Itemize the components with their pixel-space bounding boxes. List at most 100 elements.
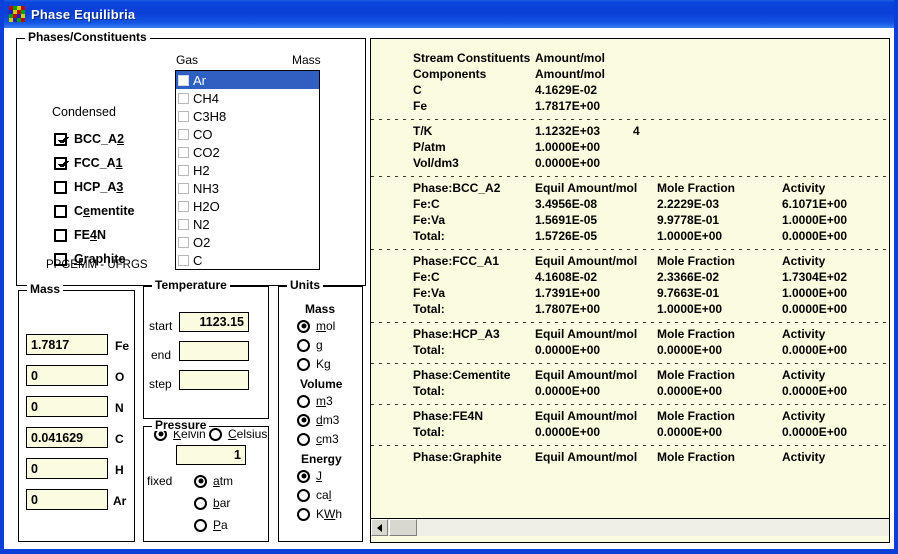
checkbox-indicator[interactable]	[178, 218, 189, 230]
pressure-input[interactable]: 1	[176, 445, 246, 465]
units-energy-j[interactable]: J	[297, 469, 322, 483]
phase-label: Cementite	[74, 204, 135, 218]
checkbox-indicator[interactable]	[54, 132, 67, 146]
checkbox-indicator[interactable]	[178, 146, 189, 158]
phase-checkbox-bcc-a2[interactable]: BCC_A2	[54, 132, 124, 146]
list-item[interactable]: C	[176, 251, 319, 269]
list-item[interactable]: O2	[176, 233, 319, 251]
results-row: C 4.1629E-02	[371, 83, 889, 99]
checkbox-indicator[interactable]	[178, 74, 189, 86]
pressure-unit-pa[interactable]: Pa	[194, 518, 228, 532]
results-cell: 1.7391E+00	[535, 286, 601, 300]
list-item[interactable]: H2O	[176, 197, 319, 215]
units-mass-g[interactable]: g	[297, 338, 323, 352]
radio-indicator[interactable]	[194, 496, 207, 510]
radio-indicator[interactable]	[297, 488, 310, 502]
gas-constituents-listbox[interactable]: Ar CH4 C3H8 CO CO2 H2 NH3 H2O N2 O2 C	[175, 70, 320, 270]
results-cell: Mole Fraction	[657, 254, 736, 268]
results-cell: 4.1608E-02	[535, 270, 598, 284]
list-item-label: C3H8	[193, 108, 227, 124]
radio-indicator[interactable]	[297, 357, 310, 371]
checkbox-indicator[interactable]	[178, 254, 189, 266]
radio-indicator[interactable]	[194, 474, 207, 488]
results-horizontal-scrollbar[interactable]	[371, 518, 889, 536]
units-mass-heading: Mass	[305, 302, 336, 316]
checkbox-indicator[interactable]	[178, 110, 189, 122]
scroll-left-button[interactable]	[371, 519, 388, 536]
checkbox-indicator[interactable]	[178, 182, 189, 194]
radio-indicator[interactable]	[194, 518, 207, 532]
units-energy-cal[interactable]: cal	[297, 488, 331, 502]
mass-input-ar[interactable]: 0	[26, 489, 108, 510]
phase-checkbox-hcp-a3[interactable]: HCP_A3	[54, 180, 123, 194]
phase-checkbox-fcc-a1[interactable]: FCC_A1	[54, 156, 123, 170]
list-item[interactable]: C3H8	[176, 107, 319, 125]
list-item-label: H2O	[193, 198, 220, 214]
results-cell: Phase:Cementite	[413, 368, 511, 382]
pressure-unit-atm[interactable]: atm	[194, 474, 233, 488]
phase-checkbox-fe4n[interactable]: FE4N	[54, 228, 106, 242]
checkbox-indicator[interactable]	[54, 180, 67, 194]
units-volume-cm3[interactable]: cm3	[297, 432, 339, 446]
mass-input-n[interactable]: 0	[26, 396, 108, 417]
units-volume-m3[interactable]: m3	[297, 394, 333, 408]
units-volume-dm3[interactable]: dm3	[297, 413, 339, 427]
mass-input-o[interactable]: 0	[26, 365, 108, 386]
results-separator	[371, 176, 889, 177]
title-bar[interactable]: Phase Equilibria	[4, 0, 894, 28]
results-cell: 0.0000E+00	[657, 384, 723, 398]
radio-indicator[interactable]	[297, 338, 310, 352]
results-cell: Total:	[413, 384, 445, 398]
checkbox-indicator[interactable]	[54, 204, 67, 218]
temperature-start-input[interactable]: 1123.15	[179, 312, 249, 332]
temperature-step-input[interactable]	[179, 370, 249, 390]
results-separator	[371, 363, 889, 364]
results-block-bcc-a2: Phase:BCC_A2 Equil Amount/mol Mole Fract…	[371, 181, 889, 245]
mass-input-h[interactable]: 0	[26, 458, 108, 479]
list-item[interactable]: NH3	[176, 179, 319, 197]
radio-indicator[interactable]	[297, 319, 310, 333]
results-cell: Phase:FE4N	[413, 409, 484, 423]
mass-input-fe[interactable]: 1.7817	[26, 334, 108, 355]
units-mass-kg[interactable]: Kg	[297, 357, 331, 371]
radio-label: cal	[316, 488, 332, 502]
phase-checkbox-cementite[interactable]: Cementite	[54, 204, 134, 218]
phases-group-footer: PPGEMM - UFRGS	[46, 259, 148, 271]
results-cell: Activity	[782, 450, 826, 464]
checkbox-indicator[interactable]	[54, 228, 67, 242]
application-window: Phase Equilibria Phases/Constituents Con…	[0, 0, 898, 554]
list-item[interactable]: CO2	[176, 143, 319, 161]
checkbox-indicator[interactable]	[178, 92, 189, 104]
results-row: Stream Constituents Amount/mol	[371, 51, 889, 67]
scrollbar-track[interactable]	[417, 519, 889, 536]
results-cell: 0.0000E+00	[535, 343, 601, 357]
temperature-end-input[interactable]	[179, 341, 249, 361]
radio-indicator[interactable]	[297, 432, 310, 446]
list-item[interactable]: H2	[176, 161, 319, 179]
list-item[interactable]: Ar	[176, 71, 319, 89]
checkbox-indicator[interactable]	[54, 156, 67, 170]
units-energy-kwh[interactable]: KWh	[297, 507, 342, 521]
temperature-end-label: end	[151, 348, 172, 362]
checkbox-indicator[interactable]	[178, 164, 189, 176]
units-mass-mol[interactable]: mol	[297, 319, 335, 333]
results-cell: T/K	[413, 124, 433, 138]
scrollbar-thumb[interactable]	[389, 519, 417, 536]
radio-indicator[interactable]	[297, 394, 310, 408]
checkbox-indicator[interactable]	[178, 128, 189, 140]
list-item[interactable]: N2	[176, 215, 319, 233]
list-item[interactable]: CO	[176, 125, 319, 143]
list-item[interactable]: CH4	[176, 89, 319, 107]
results-cell: Activity	[782, 327, 826, 341]
units-volume-heading: Volume	[300, 377, 343, 391]
radio-indicator[interactable]	[297, 507, 310, 521]
radio-indicator[interactable]	[297, 413, 310, 427]
radio-indicator[interactable]	[297, 469, 310, 483]
results-cell: Equil Amount/mol	[535, 368, 638, 382]
results-output-panel[interactable]: Stream Constituents Amount/mol Component…	[370, 38, 890, 543]
mass-input-c[interactable]: 0.041629	[26, 427, 108, 448]
pressure-unit-bar[interactable]: bar	[194, 496, 230, 510]
checkbox-indicator[interactable]	[178, 200, 189, 212]
checkbox-indicator[interactable]	[178, 236, 189, 248]
results-row: Phase:FCC_A1 Equil Amount/mol Mole Fract…	[371, 254, 889, 270]
